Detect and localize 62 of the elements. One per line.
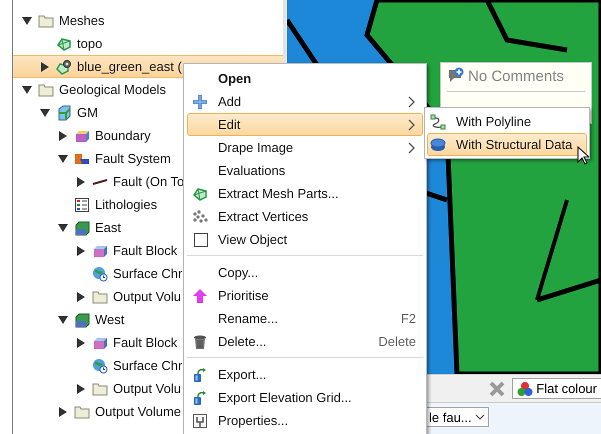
comment-title: No Comments (447, 67, 585, 92)
collapsed-arrow-icon[interactable] (75, 336, 87, 348)
folder-icon (38, 12, 54, 28)
chevron-down-icon (474, 413, 485, 421)
mesh-gear-icon (56, 58, 72, 74)
menu-item[interactable]: Copy... (187, 261, 423, 284)
model-icon (56, 104, 72, 120)
lithologies-icon (74, 196, 90, 212)
menu-item[interactable]: Extract Vertices (187, 205, 423, 228)
expanded-arrow-icon[interactable] (21, 14, 33, 26)
menu-item[interactable]: Extract Mesh Parts... (187, 182, 423, 205)
menu-item[interactable]: Rename... F2 (187, 307, 423, 330)
tree-item[interactable]: topo (13, 32, 283, 55)
menu-item[interactable]: Evaluations (187, 159, 423, 182)
menu-item[interactable]: With Polyline (427, 110, 587, 133)
folder-icon (74, 404, 90, 420)
menu-item[interactable]: Properties... (187, 409, 423, 432)
collapsed-arrow-icon[interactable] (75, 382, 87, 394)
expanded-arrow-icon[interactable] (21, 84, 33, 96)
colour-mode-button[interactable]: Flat colour (512, 378, 601, 399)
menu-item[interactable]: Export... (187, 363, 423, 386)
volume-block-icon (74, 312, 90, 328)
plus-icon (192, 94, 208, 110)
trash-bin-icon (192, 334, 208, 350)
menu-item[interactable]: Export Elevation Grid... (187, 386, 423, 409)
collapsed-arrow-icon[interactable] (75, 244, 87, 256)
globe-clock-icon (92, 266, 108, 282)
menu-item[interactable]: View Object (187, 228, 423, 251)
dots-icon (192, 208, 208, 224)
menu-item[interactable]: Prioritise (187, 284, 423, 307)
color-circles-icon (517, 380, 534, 396)
globe-clock-icon (92, 358, 108, 374)
collapsed-arrow-icon[interactable] (57, 406, 69, 418)
export-icon (192, 366, 208, 382)
mesh-icon (56, 36, 72, 52)
menu-item[interactable]: With Structural Data (427, 133, 587, 156)
menu-item[interactable]: Edit (187, 113, 423, 136)
expanded-arrow-icon[interactable] (39, 106, 51, 118)
view-object-checkbox[interactable] (194, 232, 208, 246)
expanded-arrow-icon[interactable] (57, 222, 69, 234)
up-arrow-icon (192, 288, 208, 304)
menu-item[interactable]: Add (187, 90, 423, 113)
folder-icon (38, 82, 54, 98)
disc-stack-icon (430, 136, 446, 152)
folder-icon (92, 288, 108, 304)
volume-block-icon (74, 220, 90, 236)
collapsed-arrow-icon[interactable] (39, 60, 51, 72)
expanded-arrow-icon[interactable] (57, 152, 69, 164)
expanded-arrow-icon[interactable] (57, 314, 69, 326)
menu-item[interactable]: Delete... Delete (187, 330, 423, 353)
folder-icon (92, 380, 108, 396)
collapsed-arrow-icon[interactable] (75, 176, 87, 188)
polyline-icon (430, 114, 446, 130)
collapsed-arrow-icon[interactable] (57, 130, 69, 142)
properties-icon (192, 412, 208, 428)
filter-dropdown[interactable]: le fau... (425, 407, 489, 427)
menu-item[interactable]: Drape Image (187, 136, 423, 159)
tree-item[interactable]: Meshes (13, 9, 283, 32)
mesh-icon (192, 186, 208, 202)
collapsed-arrow-icon[interactable] (75, 290, 87, 302)
add-comment-icon (447, 67, 465, 85)
export-icon (192, 390, 208, 406)
